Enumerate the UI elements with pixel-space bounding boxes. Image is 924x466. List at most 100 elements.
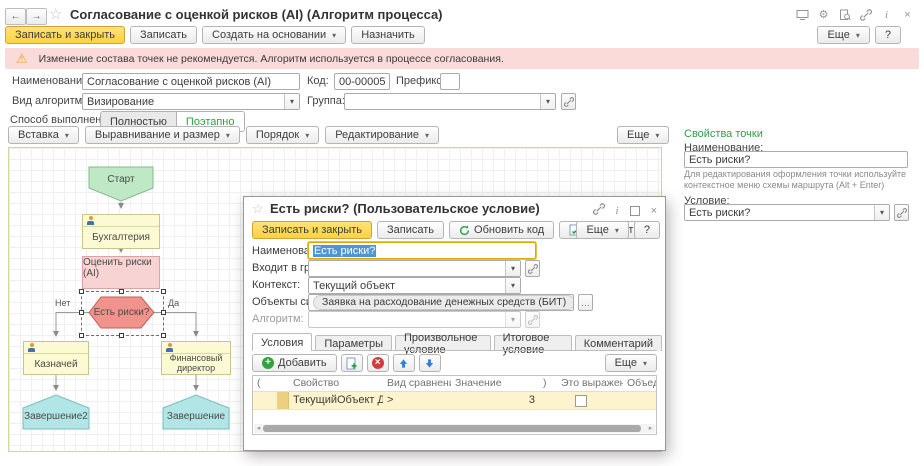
tab-arbitrary-condition[interactable]: Произвольное условие <box>395 335 491 351</box>
resize-handle[interactable] <box>79 289 84 294</box>
info-icon[interactable]: i <box>880 8 893 21</box>
chevron-down-icon[interactable]: ▾ <box>874 205 889 220</box>
expression-checkbox[interactable] <box>575 395 587 407</box>
dialog-objects-select-button[interactable]: … <box>578 294 593 311</box>
resize-handle[interactable] <box>79 310 84 315</box>
resize-handle[interactable] <box>161 333 166 338</box>
end-node-shape[interactable] <box>163 395 229 429</box>
close-icon[interactable]: × <box>901 8 914 21</box>
align-size-menu-button[interactable]: Выравнивание и размер▾ <box>85 126 240 144</box>
horizontal-scrollbar[interactable]: ◂ ▸ <box>254 424 655 433</box>
code-input[interactable]: 00-000056 <box>334 73 390 90</box>
tab-comment[interactable]: Комментарий <box>575 335 662 351</box>
table-more-button[interactable]: Еще▾ <box>605 354 657 372</box>
back-button[interactable]: ← <box>5 8 26 25</box>
display-icon[interactable] <box>796 8 809 21</box>
tab-parameters[interactable]: Параметры <box>315 335 392 351</box>
edit-menu-button[interactable]: Редактирование▾ <box>325 126 439 144</box>
resize-handle[interactable] <box>119 333 124 338</box>
tab-conditions-label: Условия <box>261 337 303 349</box>
col-expression: Это выражение <box>557 376 623 391</box>
dialog-group-combo[interactable]: ▾ <box>308 260 521 277</box>
chevron-down-icon[interactable]: ▾ <box>505 278 520 293</box>
close-icon[interactable]: × <box>651 205 657 217</box>
dialog-more-button[interactable]: Еще▾ <box>576 221 628 239</box>
align-size-label: Выравнивание и размер <box>95 129 220 141</box>
algorithm-kind-label: Вид алгоритма: <box>12 93 91 110</box>
editor-more-button[interactable]: Еще▾ <box>617 126 669 144</box>
dialog-help-button[interactable]: ? <box>634 221 660 239</box>
insert-menu-button[interactable]: Вставка▾ <box>8 126 79 144</box>
delete-row-button[interactable]: × <box>367 354 389 372</box>
assign-button[interactable]: Назначить <box>351 26 425 44</box>
dialog-objects-field[interactable]: Заявка на расходование денежных средств … <box>308 294 574 311</box>
order-menu-button[interactable]: Порядок▾ <box>246 126 319 144</box>
algorithm-kind-combo[interactable]: Визирование ▾ <box>82 93 300 110</box>
tab-conditions[interactable]: Условия <box>252 333 312 351</box>
chevron-down-icon[interactable]: ▾ <box>540 94 555 109</box>
cell-value[interactable]: 3 <box>451 392 539 409</box>
scrollbar-thumb[interactable] <box>263 425 641 432</box>
cell-property[interactable]: ТекущийОбъект Доп... <box>289 392 383 409</box>
save-and-close-button[interactable]: Записать и закрыть <box>5 26 125 44</box>
maximize-icon[interactable] <box>630 206 640 216</box>
dialog-group-link-button[interactable] <box>525 260 540 277</box>
selection-rectangle[interactable] <box>81 291 164 336</box>
warning-bar: ⚠ Изменение состава точек не рекомендует… <box>5 48 919 69</box>
group-combo[interactable]: ▾ <box>344 93 556 110</box>
search-document-icon[interactable] <box>838 8 851 21</box>
prefix-input[interactable] <box>440 73 460 90</box>
refresh-code-button[interactable]: Обновить код <box>449 221 554 239</box>
condition-combo[interactable]: Есть риски? ▾ <box>684 204 890 221</box>
copy-row-button[interactable] <box>341 354 363 372</box>
cell-open-paren[interactable] <box>253 392 277 409</box>
group-link-button[interactable] <box>561 93 576 110</box>
more-button[interactable]: Еще▾ <box>817 26 869 44</box>
end2-node-shape[interactable] <box>23 395 89 429</box>
link-icon <box>528 315 538 325</box>
chevron-down-icon: ▾ <box>505 312 520 327</box>
resize-handle[interactable] <box>161 310 166 315</box>
create-based-on-button[interactable]: Создать на основании▾ <box>202 26 346 44</box>
favorite-star-icon[interactable]: ☆ <box>49 5 62 23</box>
resize-handle[interactable] <box>119 289 124 294</box>
dialog-save-close-button[interactable]: Записать и закрыть <box>252 221 372 239</box>
cell-comparison[interactable]: > <box>383 392 451 409</box>
forward-button[interactable]: → <box>26 8 47 25</box>
cell-union[interactable] <box>623 392 656 409</box>
start-node-shape[interactable] <box>89 167 153 201</box>
condition-link-button[interactable] <box>894 204 909 221</box>
tab-total-condition[interactable]: Итоговое условие <box>494 335 572 351</box>
dialog-name-input[interactable]: Есть риски? <box>308 242 536 259</box>
link-icon[interactable] <box>593 203 605 218</box>
add-row-button[interactable]: + Добавить <box>252 354 337 372</box>
dialog-save-button[interactable]: Записать <box>377 221 444 239</box>
table-more-label: Еще <box>615 357 637 369</box>
settings-gear-icon[interactable]: ⚙ <box>817 8 830 21</box>
scroll-left-icon[interactable]: ◂ <box>254 424 263 433</box>
favorite-star-icon[interactable]: ☆ <box>252 201 264 217</box>
info-icon[interactable]: i <box>616 205 619 217</box>
cell-close-paren[interactable] <box>539 392 557 409</box>
treasurer-node[interactable]: Казначей <box>23 341 89 375</box>
chevron-down-icon[interactable]: ▾ <box>284 94 299 109</box>
object-tag[interactable]: Заявка на расходование денежных средств … <box>313 295 574 310</box>
dialog-context-combo[interactable]: Текущий объект ▾ <box>308 277 521 294</box>
chevron-down-icon[interactable]: ▾ <box>505 261 520 276</box>
conditions-table[interactable]: ( Свойство Вид сравнения Значение ) Это … <box>252 375 657 435</box>
resize-handle[interactable] <box>79 333 84 338</box>
point-name-input[interactable]: Есть риски? <box>684 151 908 168</box>
move-up-button[interactable] <box>393 354 415 372</box>
resize-handle[interactable] <box>161 289 166 294</box>
assess-risks-node[interactable]: Оценить риски (AI) <box>82 256 160 289</box>
name-input[interactable]: Согласование с оценкой рисков (AI) <box>82 73 300 90</box>
help-button[interactable]: ? <box>875 26 901 44</box>
accounting-node[interactable]: Бухгалтерия <box>82 214 160 249</box>
link-icon[interactable] <box>859 8 872 21</box>
scroll-right-icon[interactable]: ▸ <box>646 424 655 433</box>
fin-director-node[interactable]: Финансовый директор <box>161 341 231 375</box>
dialog-algorithm-combo[interactable]: ▾ <box>308 311 521 328</box>
move-down-button[interactable] <box>419 354 441 372</box>
save-button[interactable]: Записать <box>130 26 197 44</box>
table-row[interactable]: ТекущийОбъект Доп... > 3 <box>253 392 656 410</box>
